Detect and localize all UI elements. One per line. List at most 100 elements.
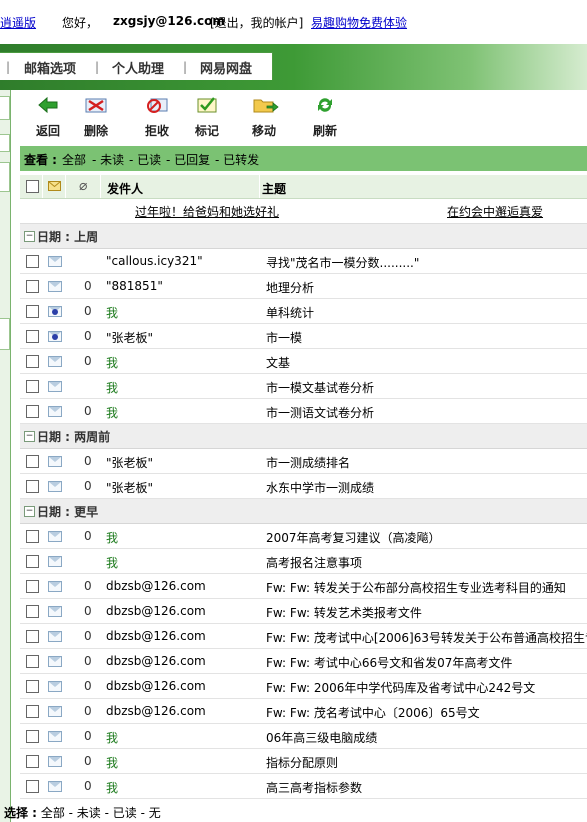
collapse-icon[interactable]: − [24, 431, 35, 442]
email-row[interactable]: 0 我 文基 [20, 349, 587, 374]
filter-forwarded[interactable]: - 已转发 [215, 151, 259, 168]
filter-read[interactable]: - 已读 [129, 151, 161, 168]
move-button[interactable]: 移动 [252, 96, 279, 139]
email-sender[interactable]: 我 [106, 379, 118, 396]
email-sender[interactable]: 我 [106, 754, 118, 771]
delete-button[interactable]: 删除 [84, 96, 108, 139]
email-sender[interactable]: 我 [106, 354, 118, 371]
back-button[interactable]: 返回 [36, 96, 60, 139]
select-none-link[interactable]: - 无 [141, 806, 161, 820]
email-sender[interactable]: dbzsb@126.com [106, 604, 206, 618]
email-row[interactable]: 0 我 市一测语文试卷分析 [20, 399, 587, 424]
reject-button[interactable]: 拒收 [145, 96, 169, 139]
email-subject[interactable]: 市一模文基试卷分析 [266, 379, 587, 396]
email-subject[interactable]: 市一测成绩排名 [266, 454, 587, 471]
select-read-link[interactable]: - 已读 [105, 806, 137, 820]
row-checkbox[interactable] [26, 705, 39, 718]
email-subject[interactable]: 2007年高考复习建议（高凌飚） [266, 529, 587, 546]
sidebar-fragment[interactable] [0, 96, 10, 120]
email-subject[interactable]: 06年高三级电脑成绩 [266, 729, 587, 746]
email-row[interactable]: 0 "张老板" 市一模 [20, 324, 587, 349]
email-subject[interactable]: Fw: Fw: 转发关于公布部分高校招生专业选考科目的通知 [266, 579, 587, 596]
row-checkbox[interactable] [26, 305, 39, 318]
row-checkbox[interactable] [26, 330, 39, 343]
select-unread-link[interactable]: - 未读 [69, 806, 101, 820]
email-sender[interactable]: "张老板" [106, 479, 153, 496]
email-subject[interactable]: Fw: Fw: 茂名考试中心〔2006〕65号文 [266, 704, 587, 721]
email-subject[interactable]: 水东中学市一测成绩 [266, 479, 587, 496]
promo-link[interactable]: 易趣购物免费体验 [311, 14, 407, 31]
email-sender[interactable]: dbzsb@126.com [106, 704, 206, 718]
row-checkbox[interactable] [26, 630, 39, 643]
nav-personal-assistant[interactable]: 个人助理 [112, 58, 164, 77]
row-checkbox[interactable] [26, 655, 39, 668]
nav-mail-options[interactable]: 邮箱选项 [24, 58, 76, 77]
email-row[interactable]: 0 我 06年高三级电脑成绩 [20, 724, 587, 749]
email-row[interactable]: 我 高考报名注意事项 [20, 549, 587, 574]
email-sender[interactable]: dbzsb@126.com [106, 579, 206, 593]
sidebar-fragment[interactable] [0, 134, 10, 152]
email-sender[interactable]: "张老板" [106, 329, 153, 346]
account-links[interactable]: [退出，我的帐户] [210, 14, 303, 31]
email-sender[interactable]: "881851" [106, 279, 163, 293]
email-row[interactable]: 0 "881851" 地理分析 [20, 274, 587, 299]
sidebar-fragment[interactable] [0, 318, 10, 350]
filter-replied[interactable]: - 已回复 [166, 151, 210, 168]
row-checkbox[interactable] [26, 780, 39, 793]
filter-unread[interactable]: - 未读 [92, 151, 124, 168]
row-checkbox[interactable] [26, 730, 39, 743]
ad-link-dating[interactable]: 在约会中邂逅真爱 [447, 203, 543, 220]
email-subject[interactable]: Fw: Fw: 2006年中学代码库及省考试中心242号文 [266, 679, 587, 696]
collapse-icon[interactable]: − [24, 231, 35, 242]
email-row[interactable]: 0 dbzsb@126.com Fw: Fw: 茂考试中心[2006]63号转发关于… [20, 624, 587, 649]
email-sender[interactable]: 我 [106, 404, 118, 421]
row-checkbox[interactable] [26, 480, 39, 493]
row-checkbox[interactable] [26, 755, 39, 768]
row-checkbox[interactable] [26, 455, 39, 468]
date-group-header[interactable]: − 日期 : 上周 [20, 224, 587, 249]
date-group-header[interactable]: − 日期 : 更早 [20, 499, 587, 524]
email-subject[interactable]: 地理分析 [266, 279, 587, 296]
email-sender[interactable]: dbzsb@126.com [106, 629, 206, 643]
email-row[interactable]: 0 dbzsb@126.com Fw: Fw: 转发关于公布部分高校招生专业选考科目… [20, 574, 587, 599]
email-row[interactable]: 0 我 2007年高考复习建议（高凌飚） [20, 524, 587, 549]
email-subject[interactable]: 文基 [266, 354, 587, 371]
row-checkbox[interactable] [26, 355, 39, 368]
select-all-checkbox[interactable] [26, 180, 39, 193]
row-checkbox[interactable] [26, 255, 39, 268]
collapse-icon[interactable]: − [24, 506, 35, 517]
row-checkbox[interactable] [26, 555, 39, 568]
email-sender[interactable]: "callous.icy321" [106, 254, 203, 268]
email-row[interactable]: 0 dbzsb@126.com Fw: Fw: 转发艺术类报考文件 [20, 599, 587, 624]
header-subject-cell[interactable]: 主题 [260, 175, 587, 198]
row-checkbox[interactable] [26, 530, 39, 543]
date-group-header[interactable]: − 日期 : 两周前 [20, 424, 587, 449]
email-subject[interactable]: Fw: Fw: 转发艺术类报考文件 [266, 604, 587, 621]
email-row[interactable]: 0 dbzsb@126.com Fw: Fw: 茂名考试中心〔2006〕65号文 [20, 699, 587, 724]
row-checkbox[interactable] [26, 580, 39, 593]
row-checkbox[interactable] [26, 280, 39, 293]
email-sender[interactable]: "张老板" [106, 454, 153, 471]
email-row[interactable]: 0 我 高三高考指标参数 [20, 774, 587, 799]
email-row[interactable]: 我 市一模文基试卷分析 [20, 374, 587, 399]
email-sender[interactable]: 我 [106, 729, 118, 746]
email-subject[interactable]: Fw: Fw: 茂考试中心[2006]63号转发关于公布普通高校招生专 [266, 629, 587, 646]
row-checkbox[interactable] [26, 405, 39, 418]
email-subject[interactable]: Fw: Fw: 考试中心66号文和省发07年高考文件 [266, 654, 587, 671]
email-subject[interactable]: 高三高考指标参数 [266, 779, 587, 796]
email-sender[interactable]: 我 [106, 529, 118, 546]
email-row[interactable]: 0 dbzsb@126.com Fw: Fw: 2006年中学代码库及省考试中心24… [20, 674, 587, 699]
email-sender[interactable]: dbzsb@126.com [106, 679, 206, 693]
refresh-button[interactable]: 刷新 [313, 96, 337, 139]
email-row[interactable]: 0 我 指标分配原则 [20, 749, 587, 774]
header-sender-cell[interactable]: 发件人 [101, 175, 260, 198]
row-checkbox[interactable] [26, 680, 39, 693]
filter-all[interactable]: 全部 [62, 151, 86, 168]
mark-button[interactable]: 标记 [195, 96, 219, 139]
email-subject[interactable]: 高考报名注意事项 [266, 554, 587, 571]
email-sender[interactable]: 我 [106, 554, 118, 571]
select-all-link[interactable]: 全部 [41, 806, 65, 820]
nav-netdisk[interactable]: 网易网盘 [200, 58, 252, 77]
email-sender[interactable]: dbzsb@126.com [106, 654, 206, 668]
email-sender[interactable]: 我 [106, 304, 118, 321]
